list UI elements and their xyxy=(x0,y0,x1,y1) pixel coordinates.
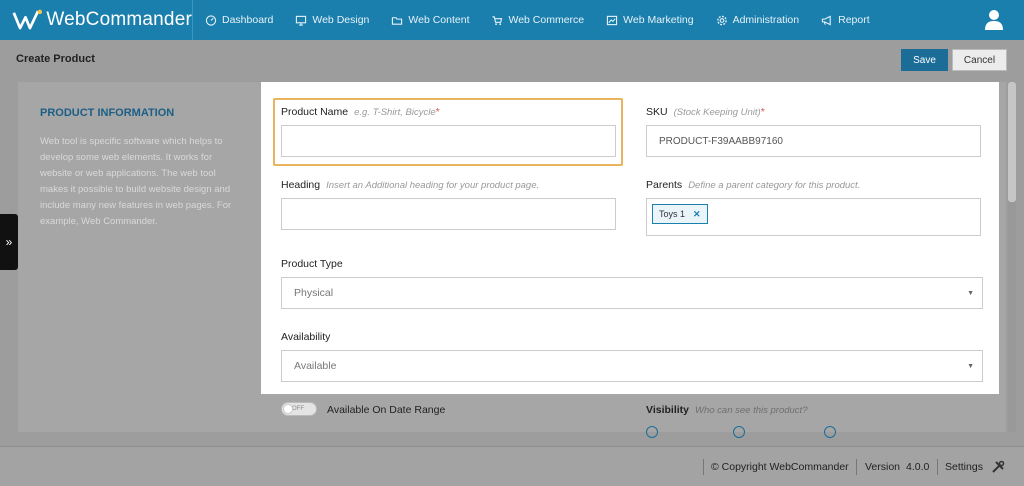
parents-label: Parents Define a parent category for this… xyxy=(646,179,860,191)
date-range-label: Available On Date Range xyxy=(327,404,446,416)
nav-dashboard[interactable]: Dashboard xyxy=(205,14,273,26)
heading-label: Heading Insert an Additional heading for … xyxy=(281,179,539,191)
cancel-button[interactable]: Cancel xyxy=(952,49,1007,71)
label-hint: Insert an Additional heading for your pr… xyxy=(326,180,540,191)
required-marker: * xyxy=(760,106,765,118)
nav-label: Web Design xyxy=(312,14,370,26)
monitor-icon xyxy=(296,15,307,26)
user-avatar-icon[interactable] xyxy=(984,9,1004,31)
visibility-radio-1[interactable] xyxy=(646,426,658,438)
gear-icon xyxy=(716,15,727,25)
toggle-knob xyxy=(283,404,293,414)
label-hint: Define a parent category for this produc… xyxy=(688,180,861,191)
top-navbar: WebCommander Dashboard Web Design Web Co… xyxy=(0,0,1024,40)
tools-icon[interactable] xyxy=(991,460,1005,474)
label-hint: Who can see this product? xyxy=(695,405,808,416)
nav-label: Dashboard xyxy=(222,14,274,26)
toggle-state: OFF xyxy=(292,406,304,412)
label-hint: (Stock Keeping Unit) xyxy=(673,107,761,118)
nav-label: Report xyxy=(838,14,870,26)
nav-web-design[interactable]: Web Design xyxy=(295,14,369,26)
expand-sidebar-handle[interactable]: » xyxy=(0,214,18,270)
nav-report[interactable]: Report xyxy=(821,14,870,26)
copyright-text: © Copyright WebCommander xyxy=(711,461,849,473)
sku-label: SKU (Stock Keeping Unit)* xyxy=(646,106,765,118)
nav-web-commerce[interactable]: Web Commerce xyxy=(491,14,584,26)
footer-divider xyxy=(703,459,704,475)
page-header: Create Product Save Cancel xyxy=(0,40,1024,82)
section-description: Web tool is specific software which help… xyxy=(40,136,232,227)
nav-label: Web Commerce xyxy=(508,14,585,26)
nav-web-marketing[interactable]: Web Marketing xyxy=(606,14,694,26)
settings-link[interactable]: Settings xyxy=(945,461,983,473)
chart-icon xyxy=(607,15,618,25)
footer-divider xyxy=(937,459,938,475)
footer: © Copyright WebCommander Version 4.0.0 S… xyxy=(0,446,1024,486)
webcommander-logo-icon xyxy=(12,9,43,30)
label-hint: e.g. T-Shirt, Bicycle xyxy=(354,107,436,118)
product-type-label: Product Type xyxy=(281,258,343,270)
cart-icon xyxy=(492,15,503,25)
double-chevron-right-icon: » xyxy=(5,235,13,249)
nav-web-content[interactable]: Web Content xyxy=(391,14,469,26)
dashboard-icon xyxy=(205,14,217,26)
parent-tag: Toys 1 ✕ xyxy=(652,204,708,224)
date-range-toggle[interactable]: OFF xyxy=(281,402,317,416)
select-value: Available xyxy=(294,360,337,372)
required-marker: * xyxy=(435,106,440,118)
version-number: 4.0.0 xyxy=(906,461,930,473)
label-text: SKU xyxy=(646,106,668,118)
scrollbar-thumb[interactable] xyxy=(1008,82,1016,202)
remove-tag-icon[interactable]: ✕ xyxy=(693,209,701,220)
footer-divider xyxy=(856,459,857,475)
section-title: PRODUCT INFORMATION xyxy=(40,107,175,119)
save-button[interactable]: Save xyxy=(901,49,948,71)
label-text: Parents xyxy=(646,179,683,191)
tag-label: Toys 1 xyxy=(659,209,686,219)
label-text: Heading xyxy=(281,179,321,191)
megaphone-icon xyxy=(821,14,831,26)
nav-administration[interactable]: Administration xyxy=(716,14,800,26)
sku-input[interactable] xyxy=(646,125,981,157)
label-text: Visibility xyxy=(646,404,689,416)
product-name-label: Product Name e.g. T-Shirt, Bicycle* xyxy=(281,106,440,118)
nav-label: Administration xyxy=(732,14,800,26)
nav-label: Web Content xyxy=(408,14,470,26)
app-logo[interactable]: WebCommander xyxy=(0,0,193,40)
visibility-label: Visibility Who can see this product? xyxy=(646,404,807,416)
version-label: Version xyxy=(865,461,901,473)
visibility-radio-2[interactable] xyxy=(733,426,745,438)
label-text: Product Name xyxy=(281,106,349,118)
main-nav: Dashboard Web Design Web Content Web Com… xyxy=(193,0,892,40)
visibility-radio-3[interactable] xyxy=(824,426,836,438)
availability-select[interactable]: Available ▼ xyxy=(281,350,983,382)
heading-input[interactable] xyxy=(281,198,616,230)
select-value: Physical xyxy=(294,287,334,299)
dropdown-caret-icon: ▼ xyxy=(967,290,974,297)
nav-label: Web Marketing xyxy=(623,14,694,26)
dropdown-caret-icon: ▼ xyxy=(967,363,974,370)
app-name: WebCommander xyxy=(46,9,192,30)
product-name-input[interactable] xyxy=(281,125,616,157)
availability-label: Availability xyxy=(281,331,331,343)
page-title: Create Product xyxy=(16,53,95,65)
folder-icon xyxy=(392,16,403,25)
product-type-select[interactable]: Physical ▼ xyxy=(281,277,983,309)
